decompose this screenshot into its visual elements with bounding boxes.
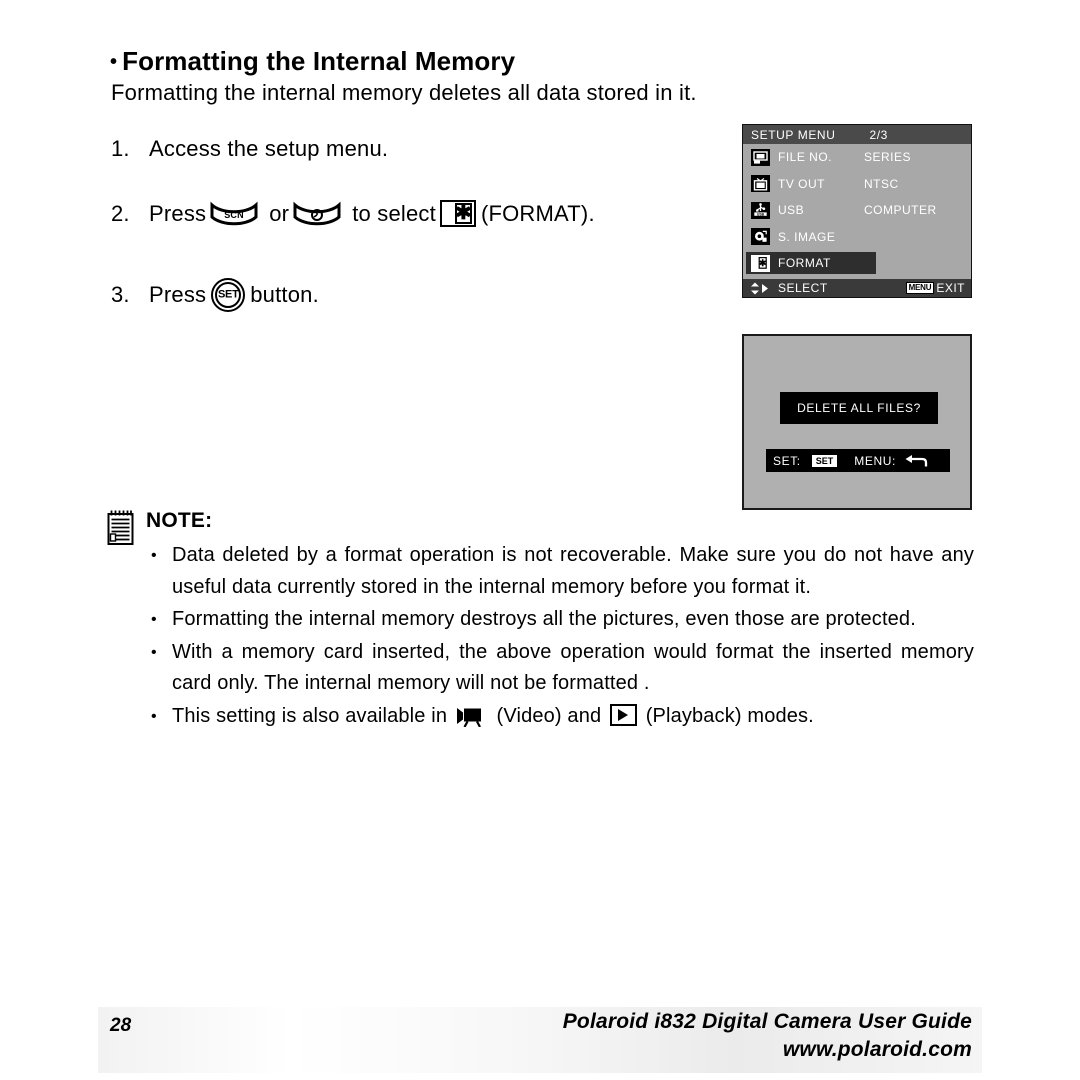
setup-menu-title-bar: SETUP MENU 2/3 bbox=[743, 125, 971, 144]
status-exit-label: EXIT bbox=[936, 281, 965, 295]
footer-website-url: www.polaroid.com bbox=[782, 1038, 972, 1061]
back-arrow-icon bbox=[905, 454, 929, 468]
step-3-number: 3. bbox=[111, 282, 130, 307]
camera-confirm-dialog-screenshot: DELETE ALL FILES? SET: SET MENU: bbox=[742, 334, 972, 510]
menu-row-file-no-value: SERIES bbox=[864, 150, 912, 165]
page-title: • Formatting the Internal Memory bbox=[110, 46, 515, 77]
step-2-or-label: or bbox=[269, 200, 290, 226]
step-1-text: Access the setup menu. bbox=[149, 136, 389, 161]
status-exit-group: MENU EXIT bbox=[905, 281, 965, 295]
menu-row-format-label: FORMAT bbox=[778, 256, 831, 271]
status-select-label: SELECT bbox=[778, 281, 828, 295]
s-image-icon bbox=[751, 228, 770, 246]
playback-mode-icon bbox=[609, 703, 637, 726]
note-list: Data deleted by a format operation is no… bbox=[146, 540, 974, 733]
note-item-3-text: With a memory card inserted, the above o… bbox=[172, 640, 974, 695]
setup-menu-page-indicator: 2/3 bbox=[869, 127, 888, 142]
setup-menu-rows: FILE NO. SERIES TV OUT NTSC USB USB COMP… bbox=[743, 144, 971, 277]
step-3: 3. Press SET button. bbox=[111, 278, 319, 312]
note-heading: NOTE: bbox=[146, 509, 213, 532]
step-2-target-label: (FORMAT). bbox=[480, 200, 595, 226]
step-2-number: 2. bbox=[111, 200, 130, 226]
step-3-press-label: Press bbox=[149, 282, 207, 307]
note-item-4-lead: This setting is also available in bbox=[172, 704, 448, 727]
note-item-1: Data deleted by a format operation is no… bbox=[146, 540, 974, 603]
step-3-button-label: button. bbox=[250, 282, 319, 307]
note-item-1-text: Data deleted by a format operation is no… bbox=[172, 544, 974, 598]
title-text: Formatting the Internal Memory bbox=[122, 46, 516, 76]
intro-paragraph: Formatting the internal memory deletes a… bbox=[111, 80, 697, 105]
step-1-number: 1. bbox=[111, 136, 130, 161]
video-mode-icon bbox=[456, 705, 488, 728]
scn-button-icon: SCN bbox=[210, 201, 258, 227]
camera-setup-menu-screenshot: SETUP MENU 2/3 FILE NO. SERIES TV OUT NT… bbox=[742, 124, 972, 298]
note-item-4-video-label: (Video) bbox=[496, 704, 562, 727]
note-item-4: This setting is also available in (Video… bbox=[146, 701, 974, 733]
self-timer-button-icon bbox=[293, 201, 341, 227]
format-asterisk-glyph: ✱ bbox=[454, 202, 472, 224]
file-number-icon bbox=[751, 148, 770, 166]
menu-row-usb[interactable]: USB USB COMPUTER bbox=[743, 197, 971, 224]
svg-text:SCN: SCN bbox=[224, 210, 244, 220]
note-item-4-playback-label: (Playback) bbox=[645, 704, 742, 727]
menu-row-format[interactable]: ✱ FORMAT bbox=[743, 250, 971, 277]
set-button-icon: SET bbox=[211, 278, 246, 312]
menu-row-tv-out[interactable]: TV OUT NTSC bbox=[743, 171, 971, 198]
dialog-menu-label: MENU: bbox=[854, 453, 896, 468]
step-1: 1. Access the setup menu. bbox=[111, 136, 388, 162]
note-item-4-and-label: and bbox=[567, 704, 602, 727]
menu-row-tv-out-label: TV OUT bbox=[778, 176, 825, 191]
menu-row-s-image[interactable]: S. IMAGE bbox=[743, 224, 971, 251]
step-2-select-label: to select bbox=[352, 200, 436, 226]
menu-row-file-no[interactable]: FILE NO. SERIES bbox=[743, 144, 971, 171]
menu-row-tv-out-value: NTSC bbox=[864, 176, 899, 191]
tv-out-icon bbox=[751, 175, 770, 193]
manual-page: • Formatting the Internal Memory Formatti… bbox=[0, 0, 1080, 1080]
title-bullet-icon: • bbox=[110, 51, 118, 73]
svg-text:USB: USB bbox=[757, 213, 765, 217]
updown-right-arrow-icon bbox=[749, 282, 773, 295]
notepad-icon bbox=[107, 510, 135, 546]
dialog-set-label: SET: bbox=[773, 453, 801, 468]
format-icon: ✱ bbox=[751, 254, 770, 272]
menu-row-file-no-label: FILE NO. bbox=[778, 150, 833, 165]
footer-page-number: 28 bbox=[110, 1015, 132, 1036]
note-item-2-text: Formatting the internal memory destroys … bbox=[172, 608, 916, 630]
note-item-4-tail: modes. bbox=[747, 704, 814, 727]
menu-row-s-image-label: S. IMAGE bbox=[778, 229, 836, 244]
footer-guide-title: Polaroid i832 Digital Camera User Guide bbox=[562, 1010, 972, 1033]
set-badge-icon: SET bbox=[810, 453, 839, 468]
menu-row-usb-value: COMPUTER bbox=[864, 203, 937, 218]
setup-menu-title: SETUP MENU bbox=[751, 127, 836, 142]
step-2: 2. Press SCN or to select ✱ (FORMAT). bbox=[111, 200, 595, 227]
set-button-label: SET bbox=[218, 288, 239, 301]
dialog-message: DELETE ALL FILES? bbox=[780, 392, 938, 424]
setup-menu-status-bar: SELECT MENU EXIT bbox=[743, 279, 971, 297]
format-icon: ✱ bbox=[439, 200, 476, 227]
usb-icon: USB bbox=[751, 201, 770, 219]
note-item-3: With a memory card inserted, the above o… bbox=[146, 637, 974, 700]
note-item-2: Formatting the internal memory destroys … bbox=[146, 604, 974, 636]
menu-badge-icon: MENU bbox=[905, 282, 935, 294]
step-2-press-label: Press bbox=[149, 200, 207, 226]
menu-row-usb-label: USB bbox=[778, 203, 805, 218]
svg-text:✱: ✱ bbox=[759, 258, 767, 268]
dialog-action-bar: SET: SET MENU: bbox=[766, 449, 950, 472]
